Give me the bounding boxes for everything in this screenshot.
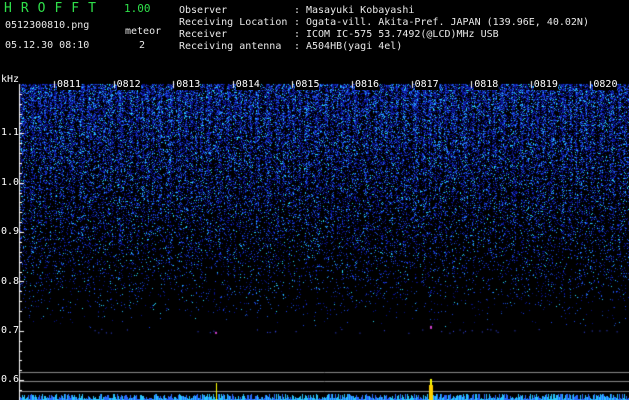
y-tick-label: 0.7	[1, 324, 20, 336]
y-tick-label: 0.6	[1, 374, 20, 386]
time-label: 0818	[474, 79, 499, 90]
time-label: 0812	[116, 79, 141, 90]
file-datetime: 05.12.30 08:10	[5, 40, 90, 51]
meteor-label: meteor	[125, 26, 162, 37]
y-tick-label: 1.0	[1, 176, 20, 188]
info-key-location: Receiving Location	[179, 17, 288, 28]
app-title: HROFFT	[4, 1, 105, 16]
time-label: 0815	[295, 79, 320, 90]
file-name: 0512300810.png	[5, 20, 90, 31]
time-label: 0811	[57, 79, 82, 90]
info-sep-receiver: :	[294, 29, 301, 40]
info-key-antenna: Receiving antenna	[179, 41, 282, 52]
info-sep-observer: :	[294, 5, 301, 16]
y-tick-label: 1.1	[1, 127, 20, 139]
info-sep-location: :	[294, 17, 301, 28]
time-label: 0814	[235, 79, 260, 90]
spectrogram-canvas	[0, 0, 629, 400]
time-label: 0819	[533, 79, 558, 90]
time-label: 0813	[176, 79, 201, 90]
info-key-observer: Observer	[179, 5, 228, 16]
time-label: 0820	[593, 79, 618, 90]
info-value-location: Ogata-vill. Akita-Pref. JAPAN (139.96E, …	[306, 17, 589, 28]
info-value-observer: Masayuki Kobayashi	[306, 5, 415, 16]
info-value-antenna: A504HB(yagi 4el)	[306, 41, 403, 52]
meteor-count: 2	[139, 40, 146, 51]
time-label: 0816	[355, 79, 380, 90]
info-value-receiver: ICOM IC-575 53.7492(@LCD)MHz USB	[306, 29, 499, 40]
y-tick-label: 0.8	[1, 275, 20, 287]
time-label: 0817	[414, 79, 439, 90]
info-sep-antenna: :	[294, 41, 301, 52]
app-version: 1.00	[124, 2, 151, 15]
y-tick-label: 0.9	[1, 226, 20, 238]
info-key-receiver: Receiver	[179, 29, 228, 40]
axis-unit-khz: kHz	[1, 74, 20, 85]
hrofft-window: HROFFT 1.00 0512300810.png 05.12.30 08:1…	[0, 0, 629, 400]
